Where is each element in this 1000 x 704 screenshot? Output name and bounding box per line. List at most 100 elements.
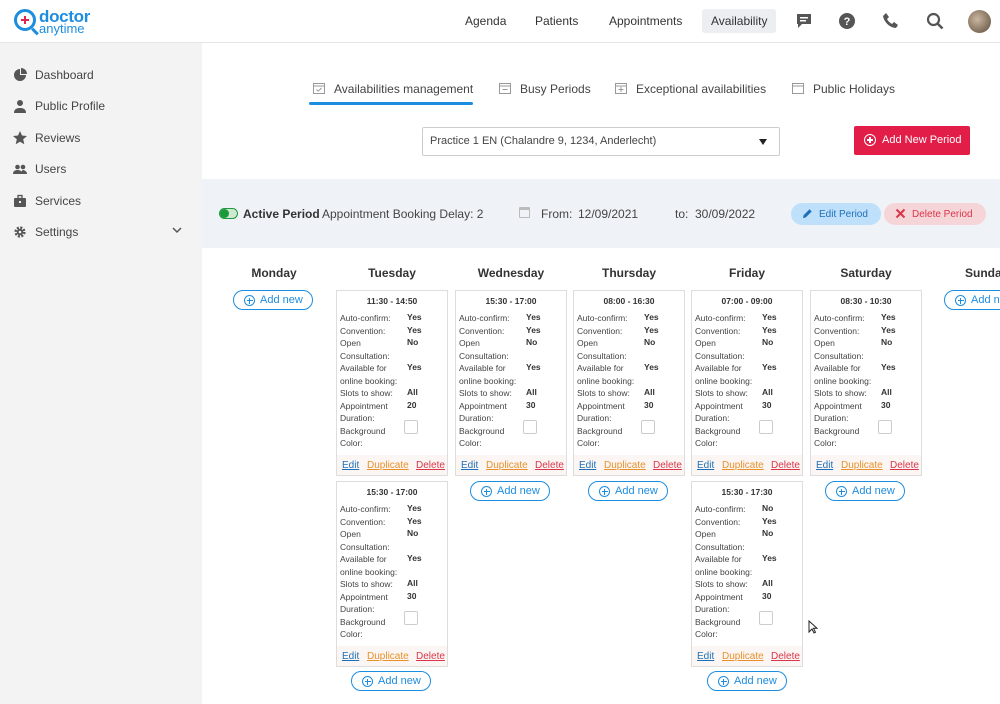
edit-slot-link[interactable]: Edit: [579, 460, 596, 471]
chevron-down-icon[interactable]: [171, 224, 183, 236]
edit-slot-link[interactable]: Edit: [697, 460, 714, 471]
add-new-slot-monday[interactable]: Add new: [233, 290, 313, 310]
plus-circle-icon: [836, 486, 847, 497]
delete-slot-link[interactable]: Delete: [535, 460, 564, 471]
add-new-slot-sunday[interactable]: Add new: [944, 290, 1000, 310]
plus-circle-icon: [599, 486, 610, 497]
slot-detail-row: online booking:: [814, 375, 920, 387]
day-header-wednesday: Wednesday: [477, 266, 545, 280]
slot-detail-row: Auto-confirm: Yes: [577, 312, 683, 324]
duplicate-slot-link[interactable]: Duplicate: [367, 460, 409, 471]
phone-icon[interactable]: [882, 12, 900, 30]
duplicate-slot-link[interactable]: Duplicate: [722, 651, 764, 662]
edit-slot-link[interactable]: Edit: [342, 460, 359, 471]
nav-patients[interactable]: Patients: [535, 9, 578, 33]
slot-detail-value: 20: [407, 400, 417, 410]
slot-detail-label: Color:: [577, 438, 600, 448]
slot-detail-label: online booking:: [814, 376, 872, 386]
slot-detail-label: Background: [814, 426, 860, 436]
duplicate-slot-link[interactable]: Duplicate: [367, 651, 409, 662]
delete-slot-link[interactable]: Delete: [653, 460, 682, 471]
sidebar-item-settings[interactable]: Settings: [13, 222, 193, 242]
background-color-swatch[interactable]: [523, 420, 537, 434]
edit-slot-link[interactable]: Edit: [461, 460, 478, 471]
delete-slot-link[interactable]: Delete: [771, 651, 800, 662]
duplicate-slot-link[interactable]: Duplicate: [604, 460, 646, 471]
delete-slot-link[interactable]: Delete: [416, 651, 445, 662]
mouse-cursor-icon: [808, 620, 818, 634]
edit-slot-link[interactable]: Edit: [816, 460, 833, 471]
duplicate-slot-link[interactable]: Duplicate: [486, 460, 528, 471]
slot-detail-label: Open: [695, 338, 716, 348]
slot-detail-label: Consultation:: [459, 351, 509, 361]
availability-slot-card: 07:00 - 09:00 Auto-confirm: Yes Convention:…: [691, 290, 803, 476]
sidebar-item-services[interactable]: Services: [13, 191, 193, 211]
sidebar: Dashboard Public Profile Reviews Users S…: [0, 43, 202, 704]
slot-actions: Edit Duplicate Delete: [456, 455, 566, 475]
slot-detail-label: Convention:: [459, 326, 505, 336]
background-color-swatch[interactable]: [404, 611, 418, 625]
add-new-slot-friday[interactable]: Add new: [707, 671, 787, 691]
add-new-slot-saturday[interactable]: Add new: [825, 481, 905, 501]
search-icon[interactable]: [926, 12, 944, 30]
delete-slot-link[interactable]: Delete: [771, 460, 800, 471]
nav-availability[interactable]: Availability: [702, 9, 777, 33]
slot-detail-value: 30: [881, 400, 891, 410]
help-icon[interactable]: ?: [838, 12, 856, 30]
chat-icon[interactable]: [795, 12, 813, 30]
delete-period-button[interactable]: Delete Period: [884, 203, 986, 225]
add-new-slot-wednesday[interactable]: Add new: [470, 481, 550, 501]
duplicate-slot-link[interactable]: Duplicate: [722, 460, 764, 471]
slot-detail-label: Open: [814, 338, 835, 348]
slot-detail-value: Yes: [407, 553, 422, 563]
edit-slot-link[interactable]: Edit: [342, 651, 359, 662]
slot-detail-row: Duration:: [695, 603, 801, 615]
sidebar-item-public-profile[interactable]: Public Profile: [13, 96, 193, 116]
edit-slot-link[interactable]: Edit: [697, 651, 714, 662]
add-new-period-button[interactable]: Add New Period: [854, 126, 970, 155]
slot-detail-value: Yes: [644, 362, 659, 372]
slot-detail-label: Color:: [459, 438, 482, 448]
sidebar-item-users[interactable]: Users: [13, 159, 193, 179]
practice-select-value: Practice 1 EN (Chalandre 9, 1234, Anderl…: [430, 135, 657, 147]
slot-detail-value: 30: [762, 591, 772, 601]
delete-slot-link[interactable]: Delete: [416, 460, 445, 471]
slot-detail-value: Yes: [407, 503, 422, 513]
active-period-toggle[interactable]: [219, 208, 238, 219]
add-new-label: Add new: [852, 485, 895, 497]
slot-detail-label: Duration:: [577, 413, 612, 423]
slot-detail-label: Slots to show:: [814, 388, 867, 398]
doctoranytime-logo[interactable]: doctor anytime: [14, 7, 104, 36]
nav-appointments[interactable]: Appointments: [609, 9, 682, 33]
background-color-swatch[interactable]: [404, 420, 418, 434]
duplicate-slot-link[interactable]: Duplicate: [841, 460, 883, 471]
profile-icon: [14, 100, 26, 113]
background-color-swatch[interactable]: [641, 420, 655, 434]
slot-detail-label: Slots to show:: [340, 388, 393, 398]
user-avatar[interactable]: [968, 10, 991, 33]
slot-detail-label: online booking:: [459, 376, 517, 386]
slot-detail-row: Appointment 30: [459, 400, 565, 412]
practice-select[interactable]: Practice 1 EN (Chalandre 9, 1234, Anderl…: [422, 127, 780, 156]
slot-detail-value: No: [762, 528, 774, 538]
slot-detail-row: Convention: Yes: [695, 325, 801, 337]
logo-word-anytime: anytime: [39, 21, 85, 36]
nav-agenda[interactable]: Agenda: [465, 9, 506, 33]
delete-slot-link[interactable]: Delete: [890, 460, 919, 471]
edit-period-button[interactable]: Edit Period: [791, 203, 881, 225]
add-new-slot-tuesday[interactable]: Add new: [351, 671, 431, 691]
sidebar-item-reviews[interactable]: Reviews: [13, 128, 193, 148]
background-color-swatch[interactable]: [878, 420, 892, 434]
sidebar-item-dashboard[interactable]: Dashboard: [13, 65, 193, 85]
add-new-slot-thursday[interactable]: Add new: [588, 481, 668, 501]
slot-detail-row: Background: [577, 425, 683, 437]
slot-detail-row: Background: [695, 425, 801, 437]
slot-detail-label: Auto-confirm:: [695, 504, 746, 514]
background-color-swatch[interactable]: [759, 611, 773, 625]
slot-detail-row: online booking:: [340, 375, 446, 387]
background-color-swatch[interactable]: [759, 420, 773, 434]
day-header-tuesday: Tuesday: [368, 266, 416, 280]
slot-detail-value: Yes: [644, 312, 659, 322]
caret-down-icon: [759, 139, 767, 145]
slot-detail-row: Color:: [814, 437, 920, 449]
